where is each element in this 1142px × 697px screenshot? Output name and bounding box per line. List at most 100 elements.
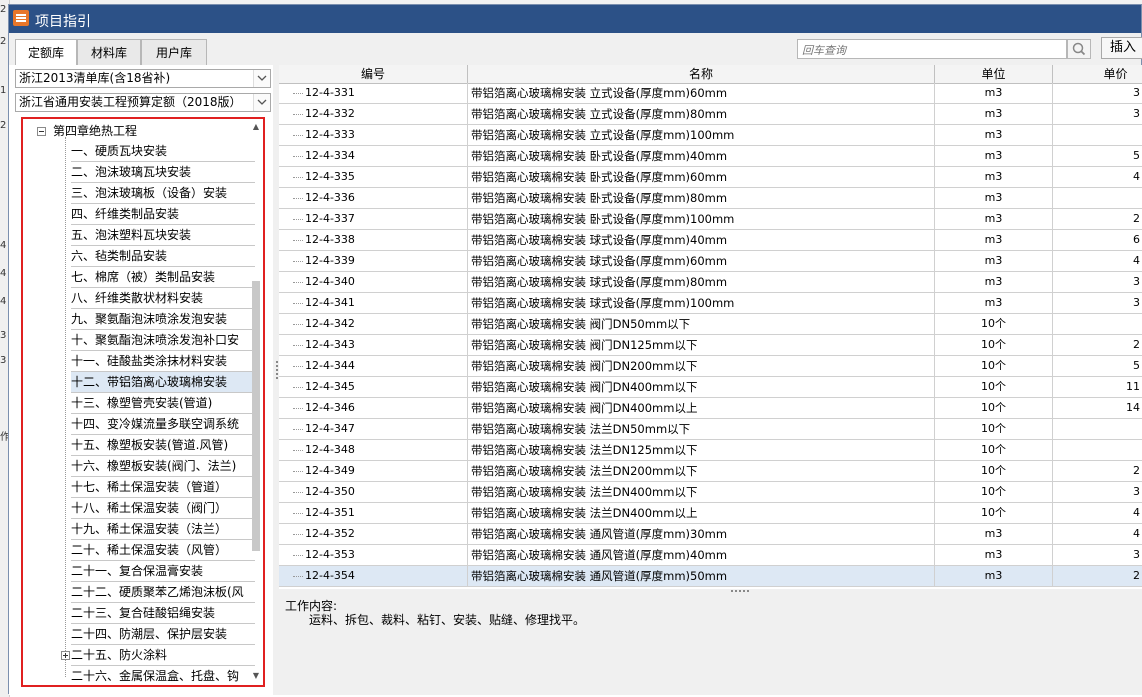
tree-node[interactable]: 八、纤维类散状材料安装 bbox=[71, 288, 255, 309]
cell-code: 12-4-354 bbox=[279, 566, 468, 586]
cell-code: 12-4-336 bbox=[279, 188, 468, 208]
table-row[interactable]: 12-4-343 带铝箔离心玻璃棉安装 阀门DN125mm以下 10个 2 bbox=[279, 335, 1142, 356]
tree-node[interactable]: 七、棉席（被）类制品安装 bbox=[71, 267, 255, 288]
table-row[interactable]: 12-4-334 带铝箔离心玻璃棉安装 卧式设备(厚度mm)40mm m3 5 bbox=[279, 146, 1142, 167]
tree-node[interactable]: 一、硬质瓦块安装 bbox=[71, 141, 255, 162]
tree-node[interactable]: 十四、变冷媒流量多联空调系统 bbox=[71, 414, 255, 435]
insert-button[interactable]: 插入 bbox=[1101, 37, 1142, 59]
cell-name: 带铝箔离心玻璃棉安装 阀门DN400mm以上 bbox=[468, 398, 935, 418]
table-row[interactable]: 12-4-339 带铝箔离心玻璃棉安装 球式设备(厚度mm)60mm m3 4 bbox=[279, 251, 1142, 272]
expand-icon[interactable] bbox=[61, 651, 70, 660]
table-row[interactable]: 12-4-341 带铝箔离心玻璃棉安装 球式设备(厚度mm)100mm m3 3 bbox=[279, 293, 1142, 314]
column-header-price[interactable]: 单价 bbox=[1053, 65, 1142, 83]
tree-node[interactable]: 二十、稀土保温安装（风管） bbox=[71, 540, 255, 561]
quota-combo[interactable]: 浙江省通用安装工程预算定额（2018版） bbox=[15, 93, 271, 112]
column-header-unit[interactable]: 单位 bbox=[935, 65, 1053, 83]
tree-scrollbar[interactable]: ▲ ▼ bbox=[251, 121, 261, 683]
tree-node[interactable]: 十一、硅酸盐类涂抹材料安装 bbox=[71, 351, 255, 372]
table-row[interactable]: 12-4-350 带铝箔离心玻璃棉安装 法兰DN400mm以下 10个 3 bbox=[279, 482, 1142, 503]
column-header-name[interactable]: 名称 bbox=[468, 65, 935, 83]
tree-node[interactable]: 六、毡类制品安装 bbox=[71, 246, 255, 267]
cell-unit: 10个 bbox=[935, 398, 1053, 418]
quota-combo-dropdown[interactable] bbox=[253, 94, 270, 111]
tree-node[interactable]: 十九、稀土保温安装（法兰） bbox=[71, 519, 255, 540]
cell-price: 3 bbox=[1053, 482, 1142, 502]
title-bar: 项目指引 bbox=[9, 5, 1141, 33]
cell-name: 带铝箔离心玻璃棉安装 阀门DN400mm以下 bbox=[468, 377, 935, 397]
table-row[interactable]: 12-4-354 带铝箔离心玻璃棉安装 通风管道(厚度mm)50mm m3 2 bbox=[279, 566, 1142, 587]
scroll-up-icon[interactable]: ▲ bbox=[251, 122, 261, 132]
splitter-grip bbox=[731, 590, 749, 594]
table-row[interactable]: 12-4-340 带铝箔离心玻璃棉安装 球式设备(厚度mm)80mm m3 3 bbox=[279, 272, 1142, 293]
table-row[interactable]: 12-4-342 带铝箔离心玻璃棉安装 阀门DN50mm以下 10个 bbox=[279, 314, 1142, 335]
cell-unit: m3 bbox=[935, 230, 1053, 250]
tree-node[interactable]: 四、纤维类制品安装 bbox=[71, 204, 255, 225]
cell-unit: 10个 bbox=[935, 503, 1053, 523]
table-row[interactable]: 12-4-346 带铝箔离心玻璃棉安装 阀门DN400mm以上 10个 14 bbox=[279, 398, 1142, 419]
tree-node[interactable]: 十八、稀土保温安装（阀门） bbox=[71, 498, 255, 519]
tree-node[interactable]: 十、聚氨酯泡沫喷涂发泡补口安 bbox=[71, 330, 255, 351]
cell-code: 12-4-342 bbox=[279, 314, 468, 334]
tab-material-library[interactable]: 材料库 bbox=[77, 39, 141, 65]
cell-unit: 10个 bbox=[935, 314, 1053, 334]
cell-name: 带铝箔离心玻璃棉安装 卧式设备(厚度mm)40mm bbox=[468, 146, 935, 166]
table-row[interactable]: 12-4-353 带铝箔离心玻璃棉安装 通风管道(厚度mm)40mm m3 3 bbox=[279, 545, 1142, 566]
tree-guide-line bbox=[65, 137, 66, 677]
table-row[interactable]: 12-4-347 带铝箔离心玻璃棉安装 法兰DN50mm以下 10个 bbox=[279, 419, 1142, 440]
cell-name: 带铝箔离心玻璃棉安装 卧式设备(厚度mm)60mm bbox=[468, 167, 935, 187]
tree-node[interactable]: 五、泡沫塑料瓦块安装 bbox=[71, 225, 255, 246]
background-mark: 4 bbox=[0, 240, 7, 251]
cell-name: 带铝箔离心玻璃棉安装 阀门DN125mm以下 bbox=[468, 335, 935, 355]
table-row[interactable]: 12-4-349 带铝箔离心玻璃棉安装 法兰DN200mm以下 10个 2 bbox=[279, 461, 1142, 482]
tab-quota-library[interactable]: 定额库 bbox=[15, 39, 77, 66]
table-row[interactable]: 12-4-345 带铝箔离心玻璃棉安装 阀门DN400mm以下 10个 11 bbox=[279, 377, 1142, 398]
tree-node[interactable]: 二十二、硬质聚苯乙烯泡沫板(风 bbox=[71, 582, 255, 603]
table-row[interactable]: 12-4-352 带铝箔离心玻璃棉安装 通风管道(厚度mm)30mm m3 4 bbox=[279, 524, 1142, 545]
tree-node[interactable]: 二、泡沫玻璃瓦块安装 bbox=[71, 162, 255, 183]
cell-unit: 10个 bbox=[935, 335, 1053, 355]
table-row[interactable]: 12-4-338 带铝箔离心玻璃棉安装 球式设备(厚度mm)40mm m3 6 bbox=[279, 230, 1142, 251]
table-row[interactable]: 12-4-333 带铝箔离心玻璃棉安装 立式设备(厚度mm)100mm m3 bbox=[279, 125, 1142, 146]
tree-node[interactable]: 十五、橡塑板安装(管道.风管) bbox=[71, 435, 255, 456]
table-row[interactable]: 12-4-337 带铝箔离心玻璃棉安装 卧式设备(厚度mm)100mm m3 2 bbox=[279, 209, 1142, 230]
table-row[interactable]: 12-4-331 带铝箔离心玻璃棉安装 立式设备(厚度mm)60mm m3 3 bbox=[279, 83, 1142, 104]
cell-price: 3 bbox=[1053, 293, 1142, 313]
tree-node[interactable]: 九、聚氨酯泡沫喷涂发泡安装 bbox=[71, 309, 255, 330]
tree-scroll-thumb[interactable] bbox=[252, 281, 260, 551]
table-row[interactable]: 12-4-335 带铝箔离心玻璃棉安装 卧式设备(厚度mm)60mm m3 4 bbox=[279, 167, 1142, 188]
table-row[interactable]: 12-4-336 带铝箔离心玻璃棉安装 卧式设备(厚度mm)80mm m3 bbox=[279, 188, 1142, 209]
cell-price: 2 bbox=[1053, 209, 1142, 229]
search-input[interactable]: 回车查询 bbox=[797, 39, 1067, 59]
tree-node[interactable]: 二十三、复合硅酸铝绳安装 bbox=[71, 603, 255, 624]
column-header-code[interactable]: 编号 bbox=[279, 65, 468, 83]
collapse-icon[interactable] bbox=[37, 127, 46, 136]
tree-node[interactable]: 十七、稀土保温安装（管道） bbox=[71, 477, 255, 498]
library-combo-dropdown[interactable] bbox=[253, 70, 270, 87]
cell-name: 带铝箔离心玻璃棉安装 球式设备(厚度mm)100mm bbox=[468, 293, 935, 313]
scroll-down-icon[interactable]: ▼ bbox=[251, 671, 261, 681]
library-combo[interactable]: 浙江2013清单库(含18省补) bbox=[15, 69, 271, 88]
tree-node[interactable]: 十六、橡塑板安装(阀门、法兰) bbox=[71, 456, 255, 477]
tree-node[interactable]: 二十四、防潮层、保护层安装 bbox=[71, 624, 255, 645]
table-row[interactable]: 12-4-348 带铝箔离心玻璃棉安装 法兰DN125mm以下 10个 bbox=[279, 440, 1142, 461]
tree-node[interactable]: 十三、橡塑管壳安装(管道) bbox=[71, 393, 255, 414]
chevron-down-icon bbox=[257, 99, 267, 105]
tree-node[interactable]: 二十六、金属保温盒、托盘、钩 bbox=[71, 666, 255, 685]
tree-node[interactable]: 二十一、复合保温膏安装 bbox=[71, 561, 255, 582]
table-row[interactable]: 12-4-332 带铝箔离心玻璃棉安装 立式设备(厚度mm)80mm m3 3 bbox=[279, 104, 1142, 125]
cell-code: 12-4-348 bbox=[279, 440, 468, 460]
search-button[interactable] bbox=[1067, 39, 1091, 59]
tree-node[interactable]: 二十五、防火涂料 bbox=[71, 645, 255, 666]
tree-node[interactable]: 十二、带铝箔离心玻璃棉安装 bbox=[71, 372, 255, 393]
cell-price: 3 bbox=[1053, 545, 1142, 565]
tree-node[interactable]: 三、泡沫玻璃板（设备）安装 bbox=[71, 183, 255, 204]
background-mark: 2 bbox=[0, 36, 7, 47]
cell-code: 12-4-345 bbox=[279, 377, 468, 397]
library-combo-value: 浙江2013清单库(含18省补) bbox=[19, 71, 171, 85]
cell-name: 带铝箔离心玻璃棉安装 阀门DN50mm以下 bbox=[468, 314, 935, 334]
tab-user-library[interactable]: 用户库 bbox=[141, 39, 207, 65]
table-row[interactable]: 12-4-344 带铝箔离心玻璃棉安装 阀门DN200mm以下 10个 5 bbox=[279, 356, 1142, 377]
cell-price bbox=[1053, 314, 1142, 334]
cell-price: 4 bbox=[1053, 524, 1142, 544]
table-row[interactable]: 12-4-351 带铝箔离心玻璃棉安装 法兰DN400mm以上 10个 4 bbox=[279, 503, 1142, 524]
